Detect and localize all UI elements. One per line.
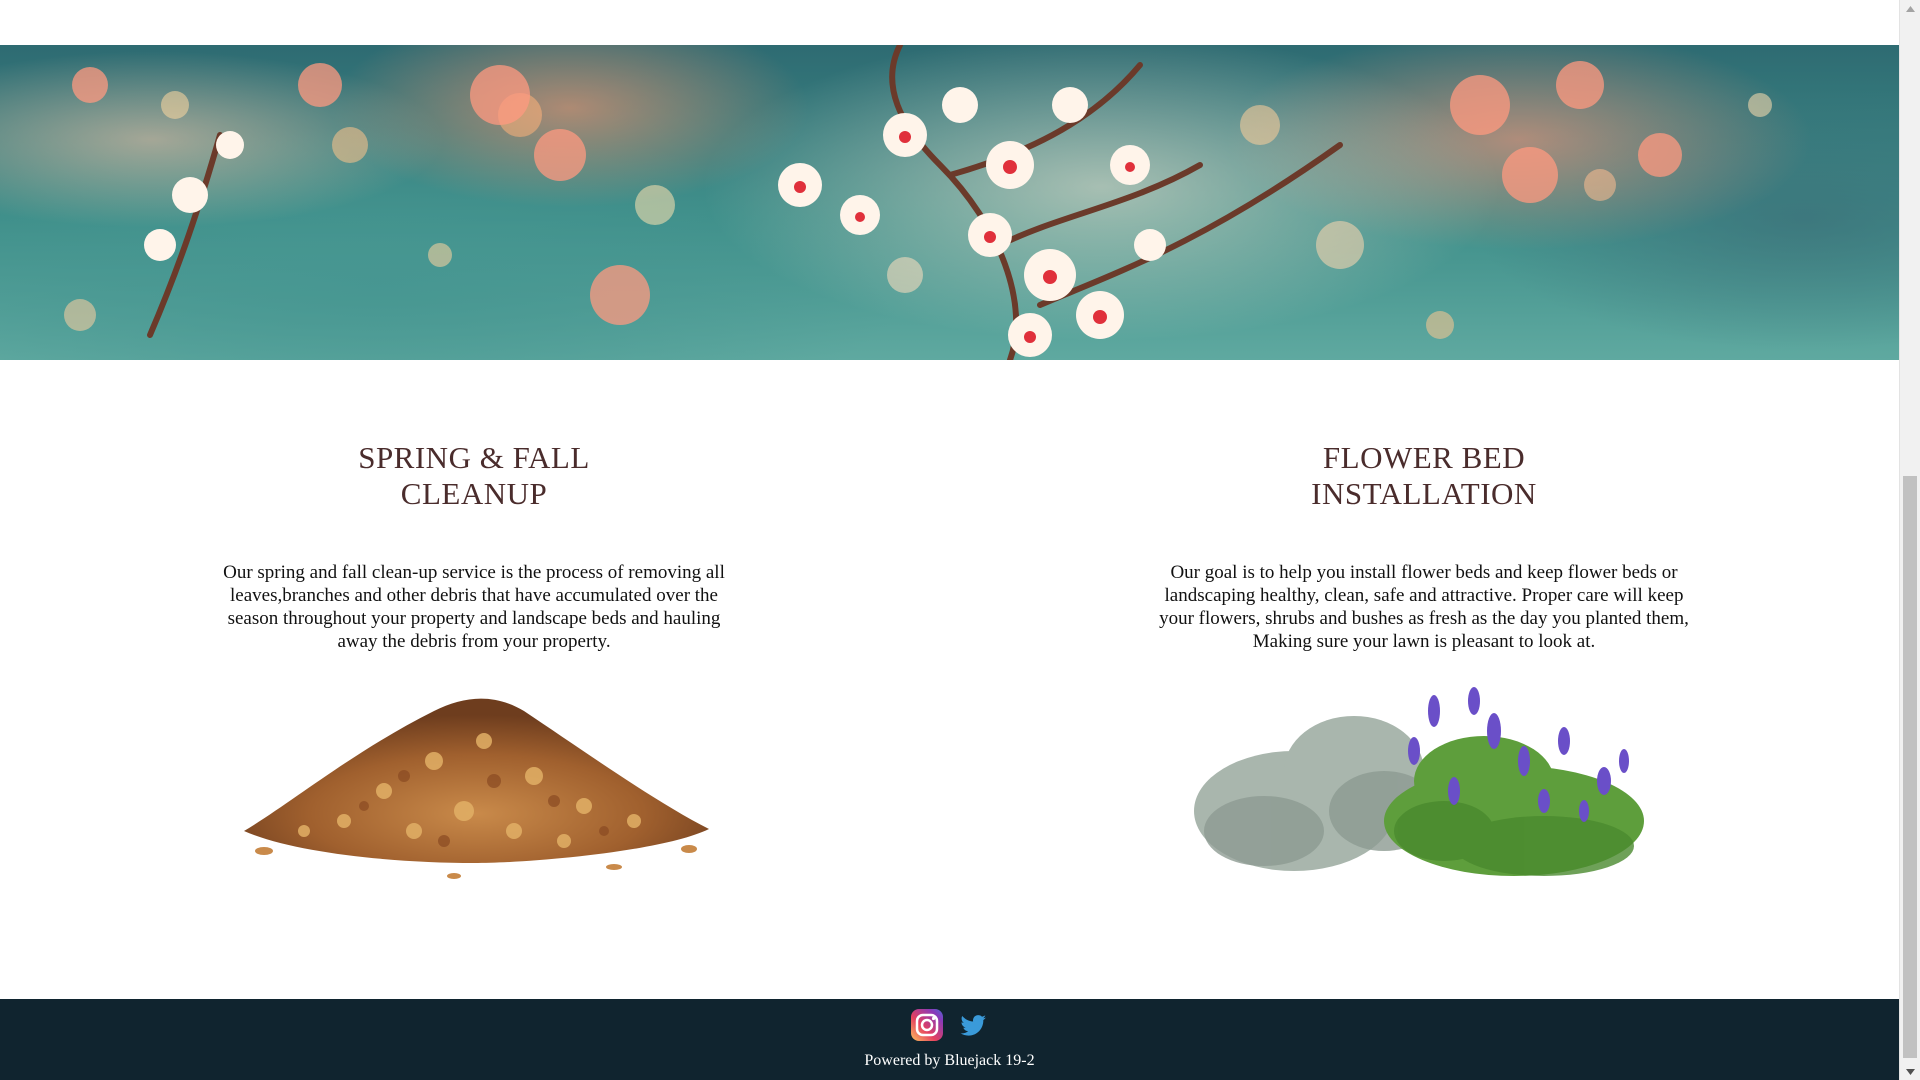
service-title-line2: CLEANUP (400, 476, 548, 511)
scroll-up-arrow-icon[interactable] (1900, 0, 1920, 17)
twitter-icon[interactable] (955, 1007, 991, 1043)
service-description: Our spring and fall clean-up service is … (223, 562, 725, 652)
service-title-line1: SPRING & FALL (358, 440, 590, 475)
footer: Powered by Bluejack 19-2 (0, 999, 1899, 1080)
service-title-line2: INSTALLATION (1311, 476, 1537, 511)
vertical-scrollbar[interactable] (1899, 0, 1920, 1080)
hero-banner-image (0, 45, 1899, 360)
service-title: FLOWER BED INSTALLATION (1274, 440, 1574, 512)
service-description: Our goal is to help you install flower b… (1159, 562, 1689, 652)
powered-by-text: Powered by Bluejack 19-2 (864, 1052, 1035, 1069)
social-icons (0, 1007, 1899, 1043)
scroll-down-arrow-icon[interactable] (1900, 1063, 1920, 1080)
page: SPRING & FALL CLEANUP Our spring and fal… (0, 0, 1899, 1080)
service-spring-fall-cleanup: SPRING & FALL CLEANUP Our spring and fal… (194, 440, 754, 881)
service-title: SPRING & FALL CLEANUP (324, 440, 624, 512)
instagram-icon[interactable] (909, 1007, 945, 1043)
service-flower-bed-installation: FLOWER BED INSTALLATION Our goal is to h… (1144, 440, 1704, 891)
service-title-line1: FLOWER BED (1322, 440, 1526, 475)
leaf-pile-image (244, 698, 709, 879)
flower-bush-image (1194, 687, 1644, 876)
scrollbar-thumb[interactable] (1903, 476, 1917, 1058)
